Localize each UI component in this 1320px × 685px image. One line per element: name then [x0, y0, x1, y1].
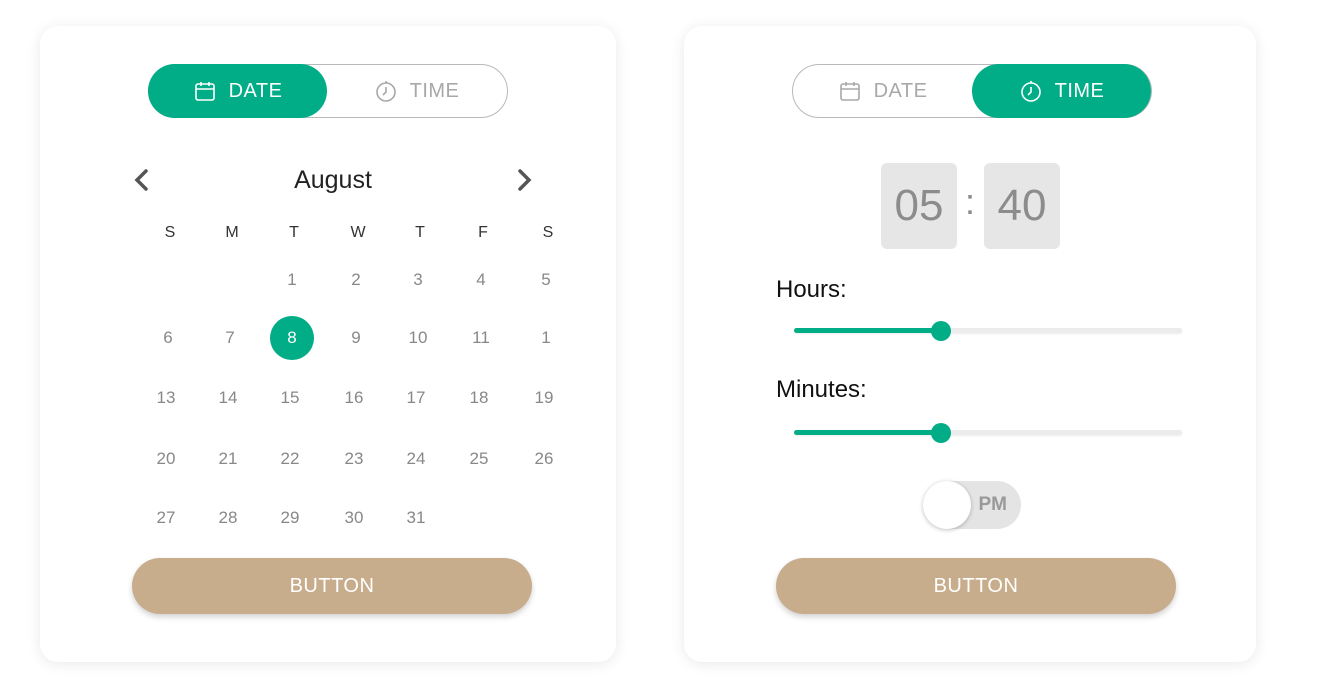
calendar-day[interactable]: 21 [206, 437, 250, 481]
month-title: August [294, 166, 372, 194]
calendar-day[interactable]: 14 [206, 376, 250, 420]
tab-date[interactable]: DATE [148, 64, 327, 118]
calendar-icon [194, 82, 215, 101]
slider-thumb[interactable] [931, 321, 952, 341]
time-separator: : [965, 181, 976, 222]
ampm-label: PM [978, 494, 1008, 515]
calendar-day[interactable]: 4 [459, 258, 503, 302]
date-submit-button[interactable]: BUTTON [132, 558, 532, 614]
clock-icon [1020, 81, 1041, 102]
calendar-day[interactable]: 13 [144, 376, 188, 420]
calendar-day[interactable]: 25 [457, 437, 501, 481]
calendar-day[interactable]: 15 [268, 376, 312, 420]
ampm-toggle[interactable]: PM [923, 481, 1021, 529]
calendar-day[interactable]: 7 [208, 316, 252, 360]
calendar-day[interactable]: 18 [457, 376, 501, 420]
calendar-day[interactable]: 6 [146, 316, 190, 360]
weekday-label: T [289, 224, 299, 241]
calendar-day[interactable]: 3 [396, 258, 440, 302]
calendar-day[interactable]: 22 [268, 437, 312, 481]
tab-time[interactable]: TIME [972, 64, 1151, 118]
calendar-day[interactable]: 17 [394, 376, 438, 420]
slider-thumb[interactable] [931, 423, 952, 443]
calendar-day[interactable]: 1 [270, 258, 314, 302]
slider-fill [794, 430, 942, 435]
tab-date-label: DATE [873, 79, 928, 102]
tab-time-label: TIME [409, 79, 460, 102]
calendar-day[interactable]: 30 [332, 496, 376, 540]
calendar-day[interactable]: 31 [394, 496, 438, 540]
slider-fill [794, 328, 942, 333]
calendar-day-selected[interactable]: 8 [270, 316, 314, 360]
hours-display[interactable]: 05 [881, 163, 957, 249]
calendar-day[interactable]: 23 [332, 437, 376, 481]
date-time-switch: DATE TIME [148, 64, 508, 118]
calendar-day[interactable]: 2 [334, 258, 378, 302]
calendar-day[interactable]: 29 [268, 496, 312, 540]
tab-time-label: TIME [1054, 79, 1105, 102]
toggle-knob [923, 481, 971, 529]
clock-icon [375, 81, 396, 102]
hours-slider[interactable] [794, 319, 1182, 343]
calendar-day[interactable]: 20 [144, 437, 188, 481]
date-picker-card: DATE TIME August SMTWTFS 1 2 3 4 5 6 7 8 9 10 11 1 1… [40, 26, 616, 662]
calendar-header: August [128, 162, 538, 198]
calendar-day[interactable]: 1 [524, 316, 568, 360]
tab-time[interactable]: TIME [327, 65, 506, 117]
calendar-day[interactable]: 27 [144, 496, 188, 540]
calendar-day[interactable]: 24 [394, 437, 438, 481]
weekday-label: W [350, 224, 366, 241]
chevron-right-icon[interactable] [510, 166, 538, 194]
minutes-slider[interactable] [794, 421, 1182, 445]
tab-date-label: DATE [228, 79, 283, 102]
weekday-label: S [542, 224, 554, 241]
date-time-switch: DATE TIME [792, 64, 1152, 118]
calendar-day[interactable]: 16 [332, 376, 376, 420]
minutes-label: Minutes: [776, 376, 867, 403]
hours-label: Hours: [776, 276, 847, 303]
calendar-day[interactable]: 28 [206, 496, 250, 540]
calendar-day[interactable]: 9 [334, 316, 378, 360]
time-submit-button[interactable]: BUTTON [776, 558, 1176, 614]
weekday-label: S [164, 224, 176, 241]
minutes-display[interactable]: 40 [984, 163, 1060, 249]
calendar-icon [839, 82, 860, 101]
tab-date[interactable]: DATE [793, 65, 972, 117]
weekday-label: M [225, 224, 239, 241]
weekday-label: F [478, 224, 488, 241]
time-picker-card: DATE TIME 05 : 40 Hours: Minutes: PM BUT… [684, 26, 1256, 662]
calendar-day[interactable]: 26 [522, 437, 566, 481]
calendar-day[interactable]: 10 [396, 316, 440, 360]
calendar-day[interactable]: 19 [522, 376, 566, 420]
weekday-label: T [415, 224, 425, 241]
calendar-day[interactable]: 11 [459, 316, 503, 360]
calendar-day[interactable]: 5 [524, 258, 568, 302]
